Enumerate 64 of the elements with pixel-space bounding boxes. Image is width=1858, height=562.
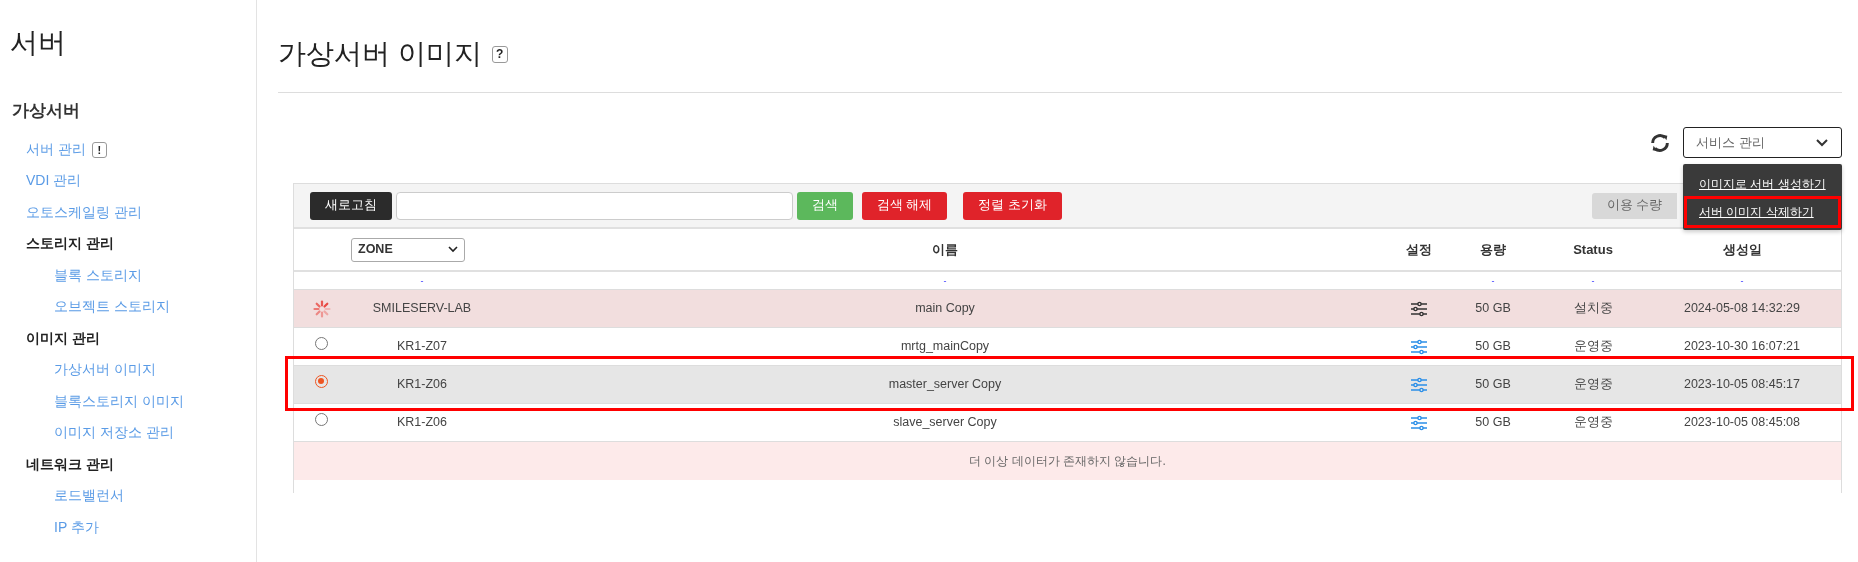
- sidebar-link[interactable]: VDI 관리: [26, 165, 82, 197]
- sidebar-link[interactable]: 가상서버 이미지: [54, 354, 156, 386]
- sidebar-link[interactable]: 오토스케일링 관리: [26, 196, 142, 228]
- chevron-down-icon: [448, 246, 458, 253]
- date-cell: 2023-10-05 08:45:17: [1683, 377, 1801, 392]
- date-cell: 2024-05-08 14:32:29: [1683, 301, 1801, 316]
- name-cell: main Copy: [915, 301, 975, 316]
- chevron-down-icon: [1815, 137, 1829, 148]
- column-header: 용량: [1480, 241, 1506, 257]
- menu-item[interactable]: 이미지로 서버 생성하기: [1683, 170, 1842, 198]
- sidebar-section: 이미지 관리: [26, 322, 100, 354]
- name-cell: mrtg_mainCopy: [900, 339, 990, 354]
- zone-cell: KR1-Z06: [397, 377, 447, 392]
- alert-badge: !: [91, 141, 107, 158]
- column-header: 설정: [1406, 241, 1432, 257]
- sidebar-section: 스토리지 관리: [26, 228, 114, 260]
- button[interactable]: 정렬 초기화: [963, 191, 1062, 220]
- zone-cell: KR1-Z07: [397, 339, 447, 354]
- status-cell: 운영중: [1573, 339, 1613, 354]
- status-cell: 운영중: [1573, 377, 1613, 392]
- sidebar-link[interactable]: 로드밸런서: [54, 480, 124, 512]
- help-icon[interactable]: ?: [491, 45, 508, 63]
- zone-select[interactable]: ZONE: [351, 237, 465, 262]
- name-cell: slave_server Copy: [893, 415, 997, 430]
- size-cell: 50 GB: [1475, 415, 1511, 430]
- sidebar-link[interactable]: 블록스토리지 이미지: [54, 385, 184, 417]
- column-header: 생성일: [1722, 241, 1762, 257]
- sidebar-link[interactable]: 오브젝트 스토리지: [54, 291, 170, 323]
- page-title: 가상서버 이미지: [278, 37, 482, 71]
- status-cell: 설치중: [1573, 301, 1613, 316]
- menu-item[interactable]: 서버 이미지 삭제하기: [1686, 198, 1839, 226]
- empty-message: 더 이상 데이터가 존재하지 않습니다.: [969, 453, 1166, 470]
- filter-mark: -: [1591, 275, 1595, 286]
- button[interactable]: 검색: [797, 191, 853, 220]
- refresh-icon[interactable]: [1649, 131, 1671, 154]
- zone-cell: KR1-Z06: [397, 415, 447, 430]
- sidebar-link[interactable]: 블록 스토리지: [54, 259, 142, 291]
- sidebar-section: 네트워크 관리: [26, 448, 114, 480]
- sidebar-link[interactable]: 이미지 저장소 관리: [54, 417, 174, 449]
- usage-button[interactable]: 이용 수량: [1591, 192, 1677, 219]
- size-cell: 50 GB: [1475, 301, 1511, 316]
- dropdown-select[interactable]: 서비스 관리: [1683, 127, 1842, 158]
- status-cell: 운영중: [1573, 415, 1613, 430]
- filter-mark: -: [1491, 275, 1495, 286]
- column-header: 이름: [932, 241, 958, 257]
- filter-mark: -: [943, 275, 947, 286]
- button[interactable]: 새로고침: [310, 191, 392, 220]
- search-field[interactable]: [396, 191, 793, 220]
- sidebar-link[interactable]: 서버 관리: [26, 133, 86, 165]
- loading-spinner-icon: [312, 299, 331, 318]
- button[interactable]: 검색 해제: [862, 191, 948, 220]
- zone-cell: SMILESERV-LAB: [372, 301, 472, 316]
- filter-mark: -: [420, 275, 424, 286]
- date-cell: 2023-10-30 16:07:21: [1683, 339, 1801, 354]
- sidebar-title: 서버: [10, 26, 67, 60]
- name-cell: master_server Copy: [888, 377, 1002, 392]
- size-cell: 50 GB: [1475, 377, 1511, 392]
- sidebar-link[interactable]: IP 추가: [54, 511, 99, 543]
- column-header: Status: [1573, 241, 1613, 257]
- sidebar-heading: 가상서버: [12, 101, 80, 120]
- filter-mark: -: [1740, 275, 1744, 286]
- settings-icon[interactable]: [1410, 300, 1428, 317]
- size-cell: 50 GB: [1475, 339, 1511, 354]
- date-cell: 2023-10-05 08:45:08: [1683, 415, 1801, 430]
